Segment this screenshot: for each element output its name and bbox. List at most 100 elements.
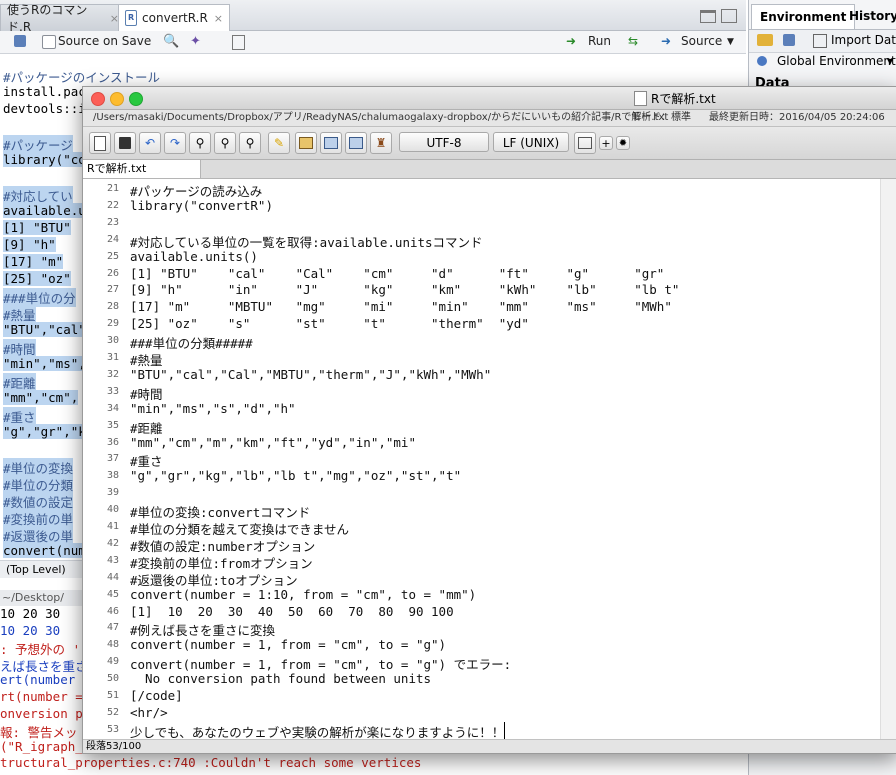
split-view-icon[interactable]: [345, 132, 367, 154]
search-icon[interactable]: 🔍: [163, 34, 179, 49]
close-window-button[interactable]: [91, 92, 105, 106]
document-tab[interactable]: Rで解析.txt: [83, 160, 201, 178]
line-number: 41: [106, 521, 119, 532]
line-number: 31: [106, 352, 119, 363]
source-button[interactable]: Source: [681, 34, 722, 48]
text-line: [1] "BTU" "cal" "Cal" "cm" "d" "ft" "g" …: [130, 265, 665, 281]
tab-convertr-r[interactable]: R convertR.R ×: [118, 4, 230, 31]
code-line: install.pac: [3, 84, 86, 99]
line-number: 21: [106, 183, 119, 194]
text-area[interactable]: #パッケージの読み込み library("convertR") #対応している単位の…: [130, 179, 870, 741]
tab-history[interactable]: History: [841, 4, 896, 28]
code-line: available.u: [3, 203, 86, 218]
globe-icon: [757, 56, 767, 66]
line-number: 32: [106, 368, 119, 380]
magic-wand-icon[interactable]: ✦: [190, 34, 201, 49]
import-dataset-button[interactable]: Import Data: [831, 33, 896, 47]
chevron-down-icon[interactable]: ▼: [727, 37, 734, 47]
add-icon[interactable]: +: [599, 136, 613, 150]
zoom-window-button[interactable]: [129, 92, 143, 106]
console-line: onversion pa: [0, 705, 91, 721]
open-folder-icon[interactable]: [757, 34, 773, 46]
search-icon[interactable]: ⚲: [189, 132, 211, 154]
text-line: available.units(): [130, 248, 258, 264]
line-number: 52: [106, 706, 119, 718]
gear-icon[interactable]: ✹: [616, 136, 630, 150]
code-line: convert(num: [3, 543, 86, 558]
maximize-pane-icon[interactable]: [721, 9, 737, 23]
line-number: 33: [106, 385, 119, 397]
line-number: 34: [106, 402, 119, 414]
line-number: 49: [106, 656, 119, 668]
window-panel-icon[interactable]: [320, 132, 342, 154]
run-arrow-icon: ➜: [566, 34, 577, 48]
sidebar-toggle-icon[interactable]: [574, 132, 596, 154]
line-number: 53: [106, 723, 119, 735]
editor-toolbar: Source on Save 🔍 ✦ ➜ Run ⇆ ➜ Source ▼: [0, 31, 746, 54]
text-editor-window: Rで解析.txt /Users/masaki/Documents/Dropbox…: [82, 86, 896, 754]
tab-environment[interactable]: Environment: [751, 4, 856, 29]
console-line: tructural_properties.c:740 :Couldn't rea…: [0, 755, 422, 771]
line-ending-select[interactable]: LF (UNIX): [493, 132, 569, 152]
console-line: ("R_igraph_g: [0, 738, 91, 754]
global-environment-select[interactable]: Global Environment: [777, 54, 896, 68]
compile-report-icon[interactable]: [232, 35, 245, 50]
save-icon[interactable]: [783, 34, 795, 46]
line-number: 51: [106, 690, 119, 701]
console-line: 10 20 30: [0, 606, 61, 621]
line-number: 48: [106, 639, 119, 651]
highlighter-icon[interactable]: ✎: [268, 132, 290, 154]
line-number: 27: [106, 284, 119, 296]
rerun-icon[interactable]: ⇆: [628, 34, 638, 48]
code-line: "mm","cm",: [3, 390, 79, 405]
stamp-icon[interactable]: ♜: [370, 132, 392, 154]
image-icon[interactable]: [295, 132, 317, 154]
editor-status-bar: 段落53/100: [83, 739, 896, 753]
run-button[interactable]: Run: [588, 34, 611, 48]
save-icon[interactable]: [14, 35, 26, 47]
tab-label: convertR.R: [142, 11, 208, 25]
chevron-down-icon[interactable]: ▼: [887, 57, 893, 66]
text-line: library("convertR"): [130, 197, 273, 213]
source-on-save-label: Source on Save: [58, 34, 152, 48]
text-line: [17] "m" "MBTU" "mg" "mi" "min" "mm" "ms…: [130, 299, 672, 315]
rstudio-tab-bar: 使うRのコマンド.R × R convertR.R ×: [0, 0, 746, 34]
find-previous-icon[interactable]: ⚲: [214, 132, 236, 154]
tab-label: 使うRのコマンド.R: [7, 3, 88, 34]
close-icon[interactable]: ×: [214, 12, 223, 25]
tab-commands-r[interactable]: 使うRのコマンド.R ×: [0, 3, 126, 34]
line-number-gutter: 21 22 23 24 25 26 27 28 29 30 31 32 33 34 35 36 37 38 39 40…: [83, 179, 125, 739]
editor-mode: モード：標準: [631, 112, 691, 123]
save-icon[interactable]: [114, 132, 136, 154]
undo-icon[interactable]: ↶: [139, 132, 161, 154]
vertical-scrollbar[interactable]: [880, 179, 896, 739]
text-line: [/code]: [130, 688, 183, 703]
code-line: library("co: [3, 152, 86, 167]
find-next-icon[interactable]: ⚲: [239, 132, 261, 154]
line-number: 38: [106, 470, 119, 482]
encoding-value: UTF-8: [426, 136, 462, 150]
text-line: [9] "h" "in" "J" "kg" "km" "kWh" "lb" "l…: [130, 282, 680, 298]
line-number: 26: [106, 267, 119, 279]
scope-indicator[interactable]: (Top Level): [6, 563, 66, 576]
editor-toolbar: ↶ ↷ ⚲ ⚲ ⚲ ✎ ♜ UTF-8 LF (UNIX) + ✹: [83, 127, 896, 160]
line-number: 22: [106, 199, 119, 211]
line-number: 42: [106, 537, 119, 549]
last-modified: 最終更新日時：2016/04/05 20:24:06: [709, 112, 885, 123]
console-line: 10 20 30: [0, 622, 61, 638]
redo-icon[interactable]: ↷: [164, 132, 186, 154]
minimize-pane-icon[interactable]: [700, 10, 716, 23]
window-title-bar: Rで解析.txt: [83, 87, 896, 110]
r-file-icon: R: [125, 10, 138, 26]
line-number: 23: [106, 216, 119, 228]
line-number: 45: [106, 588, 119, 600]
line-number: 43: [106, 554, 119, 566]
source-on-save-checkbox[interactable]: [42, 35, 56, 49]
code-line: [17] "m": [3, 254, 64, 269]
new-document-icon[interactable]: [89, 132, 111, 154]
encoding-select[interactable]: UTF-8: [399, 132, 489, 152]
minimize-window-button[interactable]: [110, 92, 124, 106]
console-path: ~/Desktop/: [2, 591, 64, 604]
line-number: 37: [106, 453, 119, 465]
line-number: 35: [106, 419, 119, 431]
